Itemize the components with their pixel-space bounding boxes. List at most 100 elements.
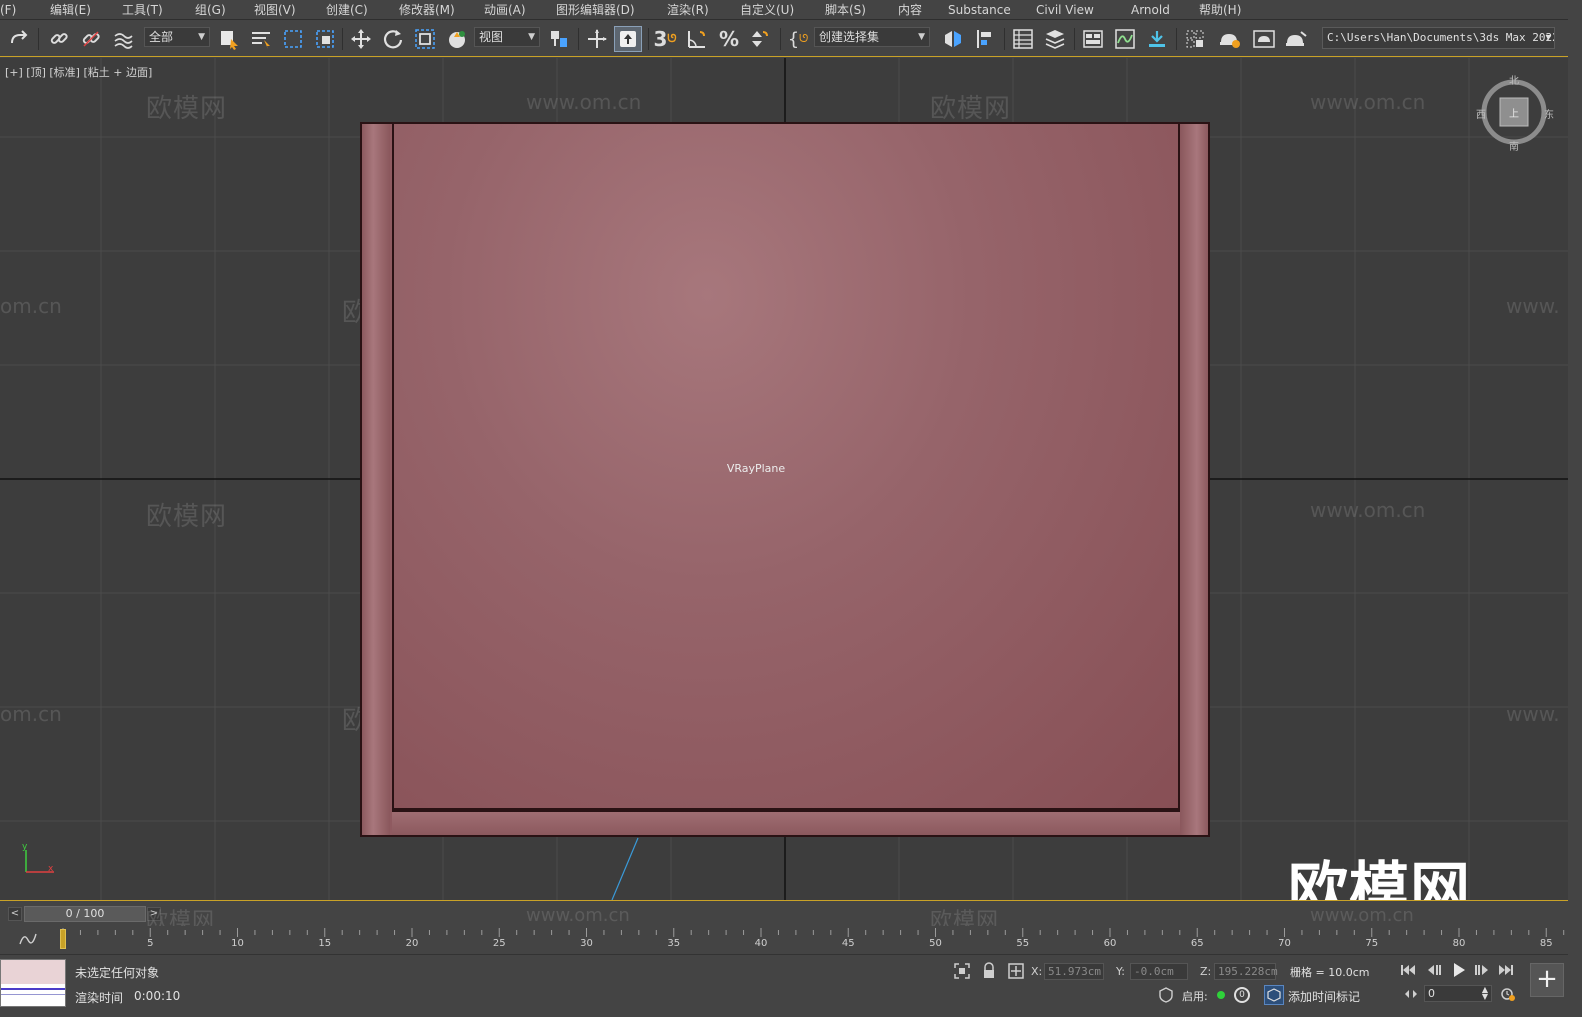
viewcube[interactable]: 北 南 东 西 上	[1476, 76, 1554, 153]
frame-bottom-rail	[392, 811, 1180, 835]
prev-frame-button[interactable]: <	[8, 907, 22, 921]
mirror-icon[interactable]	[940, 26, 966, 52]
schematic-view-icon[interactable]	[1144, 26, 1170, 52]
scale-icon[interactable]	[412, 26, 438, 52]
spinner-snap-icon[interactable]	[746, 26, 772, 52]
menu-create[interactable]: 创建(C)	[326, 2, 368, 18]
viewcube-north[interactable]: 北	[1509, 72, 1519, 87]
go-to-end-icon[interactable]	[1496, 961, 1516, 979]
project-path-dropdown[interactable]: C:\Users\Han\Documents\3ds Max 2022 ▼	[1322, 27, 1555, 49]
play-icon[interactable]	[1448, 960, 1470, 980]
menu-content[interactable]: 内容	[898, 2, 922, 18]
angle-snap-icon[interactable]	[684, 26, 710, 52]
pivot-icon[interactable]	[546, 26, 572, 52]
previous-frame-icon[interactable]	[1424, 961, 1444, 979]
go-to-start-icon[interactable]	[1398, 961, 1418, 979]
spinner-arrows-icon[interactable]: ▲ ▼	[1482, 986, 1488, 1001]
z-coord-label: Z:	[1200, 965, 1212, 978]
time-configuration-icon[interactable]	[1498, 985, 1518, 1003]
axis-x-label: x	[48, 864, 54, 874]
ribbon-icon[interactable]	[1080, 26, 1106, 52]
adaptive-degradation-icon[interactable]	[1156, 985, 1176, 1005]
move-icon[interactable]	[348, 26, 374, 52]
menu-customize[interactable]: 自定义(U)	[740, 2, 794, 18]
viewcube-top-face[interactable]: 上	[1509, 105, 1519, 120]
toolbar-separator	[648, 28, 649, 50]
curve-editor-icon[interactable]	[1112, 26, 1138, 52]
edit-named-sets-icon[interactable]: {ᘎ	[786, 26, 810, 52]
vray-plane-object[interactable]: VRayPlane	[360, 122, 1210, 837]
percent-snap-icon[interactable]: %	[716, 26, 742, 52]
selection-filter-value: 全部	[149, 30, 174, 44]
redo-icon[interactable]	[6, 26, 32, 52]
selection-lock-icon[interactable]	[980, 961, 998, 981]
chevron-down-icon: ▼	[528, 32, 535, 42]
ref-coord-dropdown[interactable]: 视图 ▼	[474, 27, 540, 47]
menu-arnold[interactable]: Arnold	[1131, 2, 1170, 18]
snap-toggle-label: 3	[653, 27, 668, 51]
menu-group[interactable]: 组(G)	[195, 2, 226, 18]
placement-icon[interactable]	[444, 26, 470, 52]
time-cursor[interactable]	[60, 929, 66, 949]
z-coord-field[interactable]: 195.228cm	[1214, 963, 1278, 980]
select-by-name-icon[interactable]	[248, 26, 274, 52]
add-command-panel-button[interactable]: +	[1530, 963, 1564, 997]
menu-tools[interactable]: 工具(T)	[122, 2, 163, 18]
isolate-selection-icon[interactable]	[952, 961, 972, 981]
top-viewport[interactable]: [+] [顶] [标准] [粘土 + 边面] 欧模网 www.om.cn 欧模网…	[0, 58, 1568, 900]
y-coord-field[interactable]: -0.0cm	[1130, 963, 1188, 980]
menu-scripting[interactable]: 脚本(S)	[825, 2, 866, 18]
select-object-icon[interactable]	[216, 26, 242, 52]
align-icon[interactable]	[972, 26, 998, 52]
menu-help[interactable]: 帮助(H)	[1199, 2, 1241, 18]
unlink-icon[interactable]	[78, 26, 104, 52]
menu-edit[interactable]: 编辑(E)	[50, 2, 91, 18]
transform-gizmo-icon[interactable]	[584, 26, 610, 52]
menu-file[interactable]: (F)	[0, 2, 16, 18]
toolbar-separator	[342, 28, 343, 50]
scene-explorer-icon[interactable]	[1010, 26, 1036, 52]
selection-filter-dropdown[interactable]: 全部 ▼	[144, 27, 210, 47]
x-coord-field[interactable]: 51.973cm	[1044, 963, 1104, 980]
keyboard-shortcut-toggle-icon[interactable]	[614, 26, 642, 52]
snap-toggle-icon[interactable]: 3ᘎ	[652, 26, 678, 52]
menu-views[interactable]: 视图(V)	[254, 2, 296, 18]
window-crossing-icon[interactable]	[312, 26, 338, 52]
watermark: www.om.cn	[526, 905, 630, 926]
menu-graph-editors[interactable]: 图形编辑器(D)	[556, 2, 635, 18]
maxscript-mini-listener[interactable]	[0, 959, 66, 1007]
rotate-icon[interactable]	[380, 26, 406, 52]
axis-y-label: y	[22, 842, 28, 852]
time-slider[interactable]: < 0 / 100 > 欧模网 www.om.cn 欧模网 www.om.cn	[0, 900, 1568, 934]
render-setup-icon[interactable]	[1216, 26, 1244, 52]
watermark: om.cn	[0, 294, 62, 318]
chevron-down-icon: ▼	[198, 32, 205, 42]
link-icon[interactable]	[46, 26, 72, 52]
layer-explorer-icon[interactable]	[1042, 26, 1068, 52]
viewcube-east[interactable]: 东	[1544, 106, 1554, 121]
named-selection-dropdown[interactable]: 创建选择集 ▼	[814, 27, 930, 47]
menu-animation[interactable]: 动画(A)	[484, 2, 526, 18]
watermark: www.om.cn	[526, 90, 642, 114]
rendered-frame-window-icon[interactable]	[1250, 26, 1278, 52]
track-bar[interactable]: 0510152025303540455055606570758085	[0, 926, 1568, 954]
next-frame-icon[interactable]	[1472, 961, 1492, 979]
rect-region-icon[interactable]	[280, 26, 306, 52]
material-editor-icon[interactable]	[1182, 26, 1208, 52]
absolute-transform-icon[interactable]	[1006, 961, 1026, 981]
time-config-arrows-icon[interactable]	[1402, 985, 1420, 1003]
menu-rendering[interactable]: 渲染(R)	[667, 2, 709, 18]
bind-spacewarp-icon[interactable]	[110, 26, 136, 52]
viewcube-west[interactable]: 西	[1476, 106, 1486, 121]
viewport-label-menu[interactable]: [+] [顶] [标准] [粘土 + 边面]	[5, 64, 152, 80]
add-time-tag-button[interactable]: 添加时间标记	[1288, 988, 1360, 1005]
add-time-tag-icon[interactable]	[1264, 985, 1284, 1005]
time-slider-thumb[interactable]: 0 / 100	[24, 906, 146, 922]
viewcube-south[interactable]: 南	[1509, 138, 1519, 153]
menu-civil-view[interactable]: Civil View	[1036, 2, 1094, 18]
menu-substance[interactable]: Substance	[948, 2, 1011, 18]
current-frame-field[interactable]: 0 ▲ ▼	[1424, 985, 1492, 1002]
menu-modifiers[interactable]: 修改器(M)	[399, 2, 455, 18]
render-production-icon[interactable]	[1282, 26, 1310, 52]
current-frame-value: 0	[1428, 987, 1435, 1000]
